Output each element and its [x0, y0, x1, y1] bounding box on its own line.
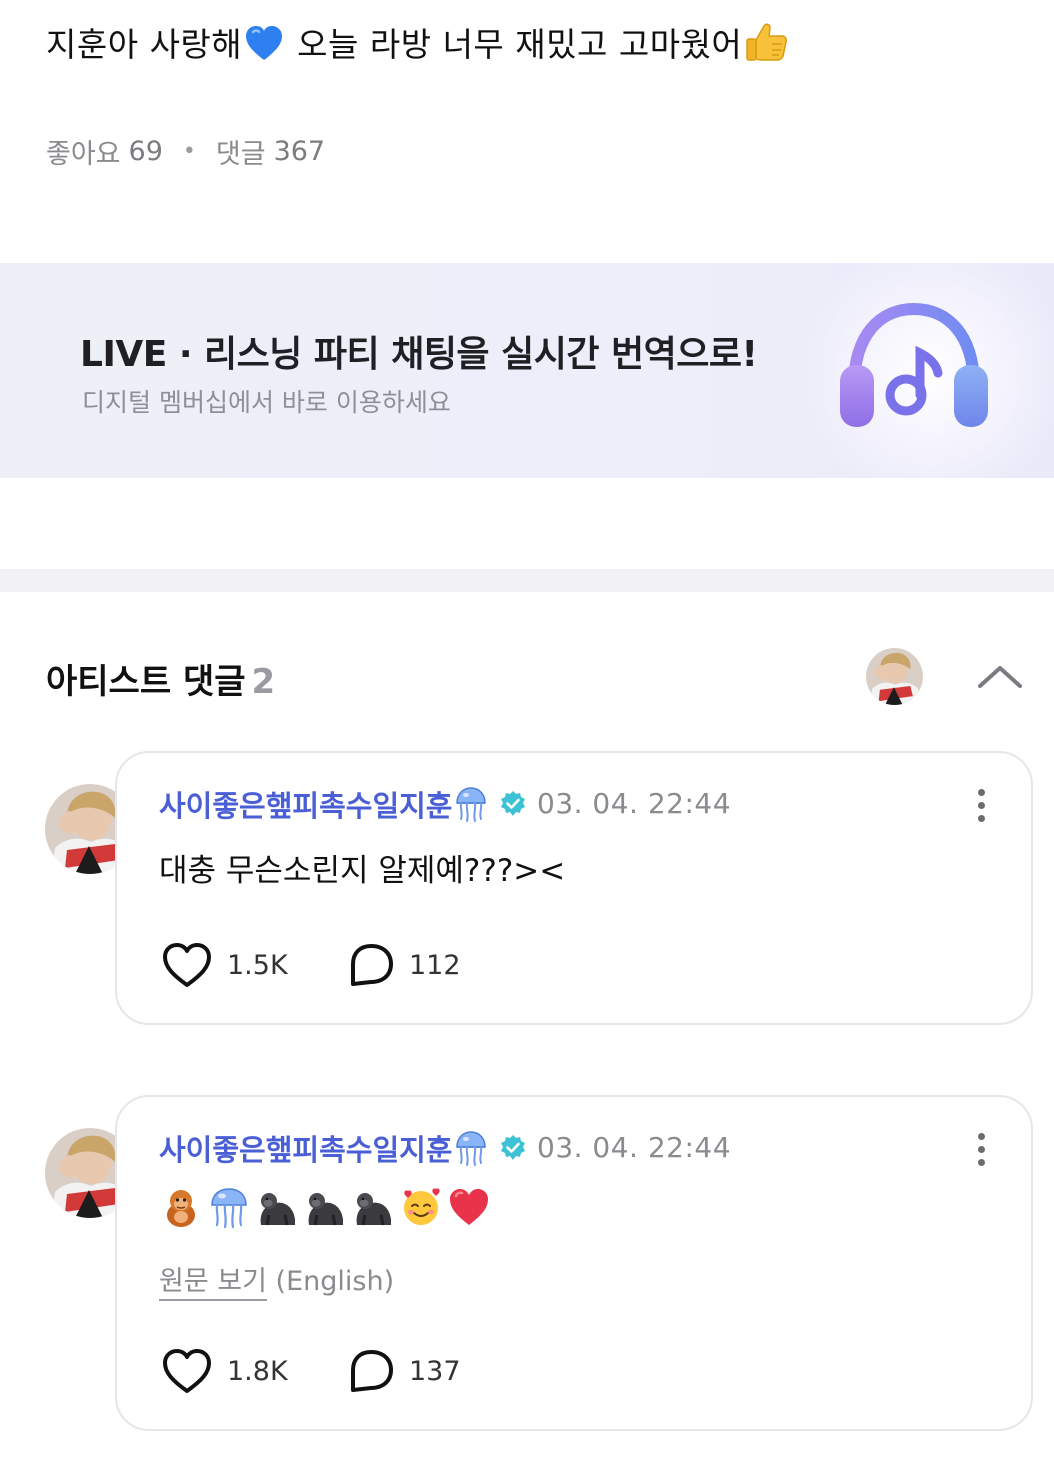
- heart-outline-icon: [163, 1349, 211, 1393]
- reply-button[interactable]: 137: [347, 1348, 461, 1394]
- comment-text: 대충 무슨소린지 알제예???><: [159, 853, 566, 889]
- artist-comment-card: 사이좋은햎피촉수일지훈 03. 04. 22:44 대충 무슨소린지 알제예??…: [115, 751, 1033, 1025]
- jellyfish-icon: [454, 785, 488, 823]
- comment-author[interactable]: 사이좋은햎피촉수일지훈: [159, 783, 528, 825]
- comment-author-name: 사이좋은햎피촉수일지훈: [159, 789, 453, 823]
- section-divider: [0, 569, 1054, 592]
- more-options-icon[interactable]: [975, 789, 987, 825]
- comment-date: 03. 04. 22:44: [537, 787, 732, 820]
- artist-comments-label: 아티스트 댓글: [46, 662, 246, 702]
- jellyfish-icon: [454, 1129, 488, 1167]
- verified-badge-icon: [498, 789, 528, 819]
- post-text-part2: 오늘 라방 너무 재밌고 고마웠어: [286, 25, 743, 64]
- comment-author-name: 사이좋은햎피촉수일지훈: [159, 1133, 453, 1167]
- gorilla-emoji-icon: [260, 1193, 295, 1226]
- artist-comment-card: 사이좋은햎피촉수일지훈 03. 04. 22:44 원문 보기 (English…: [115, 1095, 1033, 1431]
- jellyfish-emoji-icon: [211, 1188, 247, 1229]
- reply-count: 137: [409, 1355, 461, 1387]
- more-options-icon[interactable]: [975, 1133, 987, 1169]
- view-original[interactable]: 원문 보기 (English): [159, 1259, 395, 1301]
- original-language: (English): [275, 1266, 395, 1297]
- post-text-part1: 지훈아 사랑해: [46, 25, 243, 64]
- post-stats: 좋아요 69 • 댓글 367: [46, 132, 325, 171]
- artist-comments-title: 아티스트 댓글 2: [46, 654, 275, 703]
- comment-date: 03. 04. 22:44: [537, 1131, 732, 1164]
- chevron-up-icon[interactable]: [976, 660, 1024, 692]
- like-button[interactable]: 1.5K: [161, 941, 347, 989]
- gorilla-emoji-icon: [308, 1193, 343, 1226]
- separator-dot: •: [182, 139, 196, 164]
- speech-bubble-icon: [351, 944, 393, 986]
- artist-avatar-small[interactable]: [866, 648, 923, 705]
- banner-title: LIVE · 리스닝 파티 채팅을 실시간 번역으로!: [80, 334, 758, 375]
- gorilla-emoji-icon: [356, 1193, 391, 1226]
- blue-heart-icon: [244, 24, 284, 64]
- reply-count: 112: [409, 949, 461, 981]
- like-count: 1.8K: [227, 1355, 288, 1387]
- comment-actions: 1.8K 137: [161, 1347, 461, 1395]
- heart-outline-icon: [163, 943, 211, 987]
- verified-badge-icon: [498, 1133, 528, 1163]
- likes-count: 69: [128, 136, 163, 167]
- like-button[interactable]: 1.8K: [161, 1347, 347, 1395]
- comments-count: 367: [273, 136, 326, 167]
- reply-button[interactable]: 112: [347, 942, 461, 988]
- red-heart-icon: [450, 1189, 488, 1225]
- comment-actions: 1.5K 112: [161, 941, 461, 989]
- smiling-face-with-hearts-icon: [404, 1188, 440, 1225]
- comment-emoji-row: [159, 1185, 491, 1229]
- speech-bubble-icon: [351, 1350, 393, 1392]
- headphones-music-icon: [836, 295, 992, 445]
- view-original-link[interactable]: 원문 보기: [159, 1266, 267, 1301]
- post-text: 지훈아 사랑해 오늘 라방 너무 재밌고 고마웠어: [46, 18, 790, 66]
- promo-banner[interactable]: LIVE · 리스닝 파티 채팅을 실시간 번역으로! 디지털 멤버십에서 바로…: [0, 263, 1054, 478]
- like-count: 1.5K: [227, 949, 288, 981]
- thumbs-up-icon: [742, 18, 790, 66]
- orangutan-emoji-icon: [167, 1190, 195, 1227]
- banner-subtitle: 디지털 멤버십에서 바로 이용하세요: [82, 388, 451, 417]
- comment-author[interactable]: 사이좋은햎피촉수일지훈: [159, 1127, 528, 1169]
- artist-comments-count: 2: [251, 662, 276, 702]
- likes-label: 좋아요: [46, 139, 121, 170]
- comments-label: 댓글: [215, 139, 266, 170]
